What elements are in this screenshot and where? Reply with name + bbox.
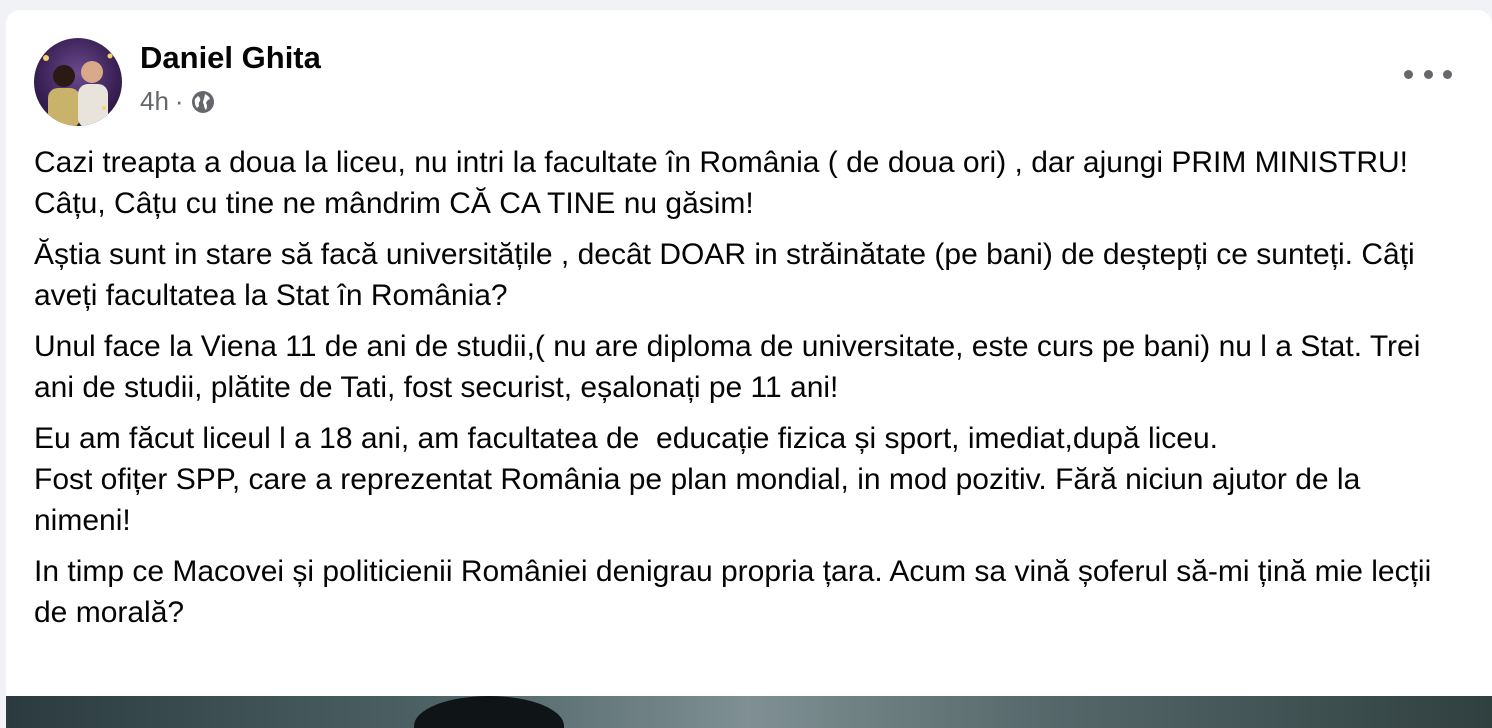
globe-icon[interactable] (190, 89, 216, 115)
post-time[interactable]: 4h (140, 86, 169, 117)
post-paragraph: Eu am făcut liceul l a 18 ani, am facult… (34, 422, 1361, 537)
more-dot (1404, 69, 1413, 79)
image-figure (414, 696, 564, 728)
author-avatar[interactable] (34, 38, 122, 126)
post-image[interactable] (6, 696, 1492, 728)
post-paragraph: Ăștia sunt in stare să facă universități… (34, 238, 1424, 312)
post-body: Cazi treapta a doua la liceu, nu intri l… (34, 142, 1464, 643)
meta-separator: · (174, 86, 184, 116)
more-dot (1423, 69, 1433, 79)
post-card: Daniel Ghita 4h · Cazi treapta a doua la… (6, 10, 1492, 728)
post-paragraph: In timp ce Macovei și politicienii Român… (34, 555, 1440, 629)
post-meta: 4h · (140, 86, 216, 117)
more-dot (1443, 69, 1452, 79)
post-paragraph: Cazi treapta a doua la liceu, nu intri l… (34, 146, 1417, 220)
post-paragraph: Unul face la Viena 11 de ani de studii,(… (34, 330, 1429, 404)
author-name[interactable]: Daniel Ghita (140, 40, 321, 76)
more-options-icon[interactable] (1404, 62, 1452, 86)
